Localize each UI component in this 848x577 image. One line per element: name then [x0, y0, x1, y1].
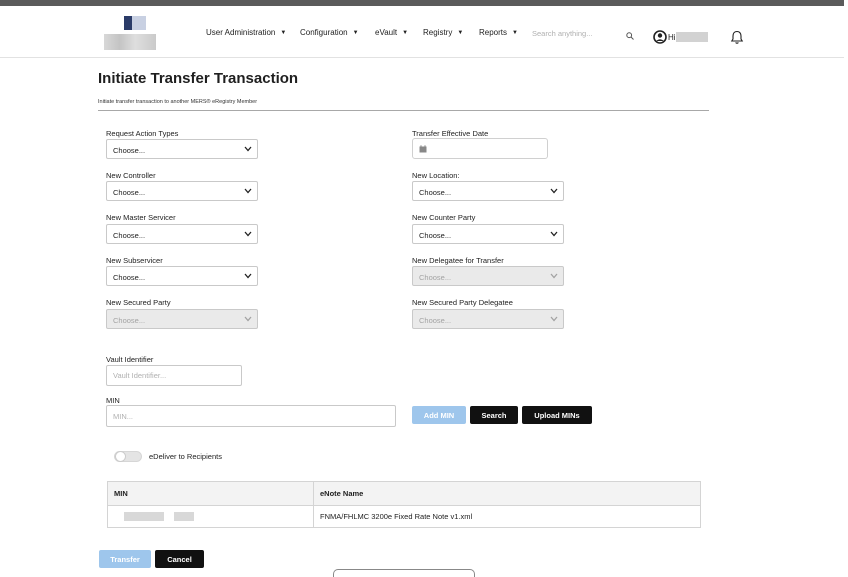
transfer-button[interactable]: Transfer — [99, 550, 151, 568]
new-location-value: Choose... — [419, 188, 452, 197]
user-greeting: Hi — [668, 33, 676, 42]
new-subservicer-value: Choose... — [113, 273, 146, 282]
top-navigation-bar: User Administration ▼ Configuration ▼ eVau… — [0, 6, 844, 58]
new-secured-party-select[interactable]: Choose... — [106, 309, 258, 329]
new-location-label: New Location: — [412, 171, 460, 180]
page-title: Initiate Transfer Transaction — [98, 70, 299, 87]
table-header-row: MIN eNote Name — [107, 481, 701, 506]
transfer-effective-date-input[interactable] — [412, 138, 548, 159]
min-input[interactable] — [106, 405, 396, 427]
new-counter-party-label: New Counter Party — [412, 213, 476, 222]
cancel-button[interactable]: Cancel — [155, 550, 204, 568]
new-master-servicer-select[interactable]: Choose... — [106, 224, 258, 244]
vault-identifier-input[interactable] — [106, 365, 242, 386]
calendar-icon — [419, 145, 427, 153]
new-controller-select[interactable]: Choose... — [106, 181, 258, 201]
new-delegatee-for-transfer-select[interactable]: Choose... — [412, 266, 564, 286]
new-controller-label: New Controller — [106, 171, 156, 180]
new-delegatee-for-transfer-label: New Delegatee for Transfer — [412, 256, 504, 265]
new-secured-party-delegatee-select[interactable]: Choose... — [412, 309, 564, 329]
redacted-min — [124, 512, 164, 522]
new-controller-value: Choose... — [113, 188, 146, 197]
chevron-down-icon — [550, 316, 558, 322]
enote-name-cell: FNMA/FHLMC 3200e Fixed Rate Note v1.xml — [313, 505, 701, 528]
chevron-down-icon — [244, 231, 252, 237]
new-secured-party-delegatee-label: New Secured Party Delegatee — [412, 298, 513, 307]
caret-down-icon: ▼ — [352, 30, 359, 36]
nav-evault[interactable]: eVault ▼ — [375, 28, 408, 37]
nav-reports[interactable]: Reports ▼ — [479, 28, 518, 37]
new-subservicer-select[interactable]: Choose... — [106, 266, 258, 286]
new-delegatee-for-transfer-value: Choose... — [419, 273, 452, 282]
new-secured-party-delegatee-value: Choose... — [419, 316, 452, 325]
new-counter-party-select[interactable]: Choose... — [412, 224, 564, 244]
chevron-down-icon — [550, 273, 558, 279]
nav-registry-label: Registry — [423, 28, 453, 37]
column-header-min: MIN — [107, 481, 314, 506]
edeliver-toggle-label: eDeliver to Recipients — [149, 452, 222, 461]
vault-identifier-label: Vault Identifier — [106, 355, 154, 364]
min-table: MIN eNote Name FNMA/FHLMC 3200e Fixed Ra… — [107, 481, 701, 528]
title-divider — [98, 110, 709, 111]
search-button[interactable]: Search — [470, 406, 518, 424]
user-avatar-icon[interactable] — [653, 30, 667, 44]
search-icon[interactable] — [626, 32, 634, 40]
nav-user-administration-label: User Administration — [206, 28, 276, 37]
notification-bell-icon[interactable] — [730, 30, 744, 45]
chevron-down-icon — [550, 188, 558, 194]
app-logo[interactable] — [104, 16, 156, 52]
new-master-servicer-value: Choose... — [113, 231, 146, 240]
global-search-input[interactable] — [532, 26, 620, 40]
nav-configuration[interactable]: Configuration ▼ — [300, 28, 359, 37]
column-header-enote-name: eNote Name — [313, 481, 701, 506]
chevron-down-icon — [244, 316, 252, 322]
chevron-down-icon — [244, 146, 252, 152]
bottom-panel-edge — [333, 569, 475, 577]
min-label: MIN — [106, 396, 120, 405]
edeliver-toggle[interactable] — [114, 451, 142, 462]
new-location-select[interactable]: Choose... — [412, 181, 564, 201]
upload-mins-button[interactable]: Upload MINs — [522, 406, 592, 424]
add-min-button[interactable]: Add MIN — [412, 406, 466, 424]
chevron-down-icon — [244, 273, 252, 279]
redacted-username — [676, 32, 708, 42]
toggle-knob — [115, 451, 126, 462]
caret-down-icon: ▼ — [280, 30, 287, 36]
caret-down-icon: ▼ — [402, 30, 409, 36]
request-action-types-label: Request Action Types — [106, 129, 179, 138]
new-secured-party-label: New Secured Party — [106, 298, 171, 307]
new-counter-party-value: Choose... — [419, 231, 452, 240]
transfer-effective-date-label: Transfer Effective Date — [412, 129, 489, 138]
request-action-types-value: Choose... — [113, 146, 146, 155]
nav-configuration-label: Configuration — [300, 28, 348, 37]
nav-user-administration[interactable]: User Administration ▼ — [206, 28, 286, 37]
nav-registry[interactable]: Registry ▼ — [423, 28, 463, 37]
caret-down-icon: ▼ — [512, 30, 518, 36]
chevron-down-icon — [550, 231, 558, 237]
chevron-down-icon — [244, 188, 252, 194]
request-action-types-select[interactable]: Choose... — [106, 139, 258, 159]
nav-evault-label: eVault — [375, 28, 398, 37]
nav-reports-label: Reports — [479, 28, 508, 37]
new-subservicer-label: New Subservicer — [106, 256, 163, 265]
min-cell — [107, 505, 314, 528]
page-subtitle: Initiate transfer transaction to another… — [98, 99, 258, 105]
redacted-min — [174, 512, 194, 522]
table-row[interactable]: FNMA/FHLMC 3200e Fixed Rate Note v1.xml — [107, 505, 701, 528]
new-master-servicer-label: New Master Servicer — [106, 213, 176, 222]
new-secured-party-value: Choose... — [113, 316, 146, 325]
caret-down-icon: ▼ — [457, 30, 464, 36]
